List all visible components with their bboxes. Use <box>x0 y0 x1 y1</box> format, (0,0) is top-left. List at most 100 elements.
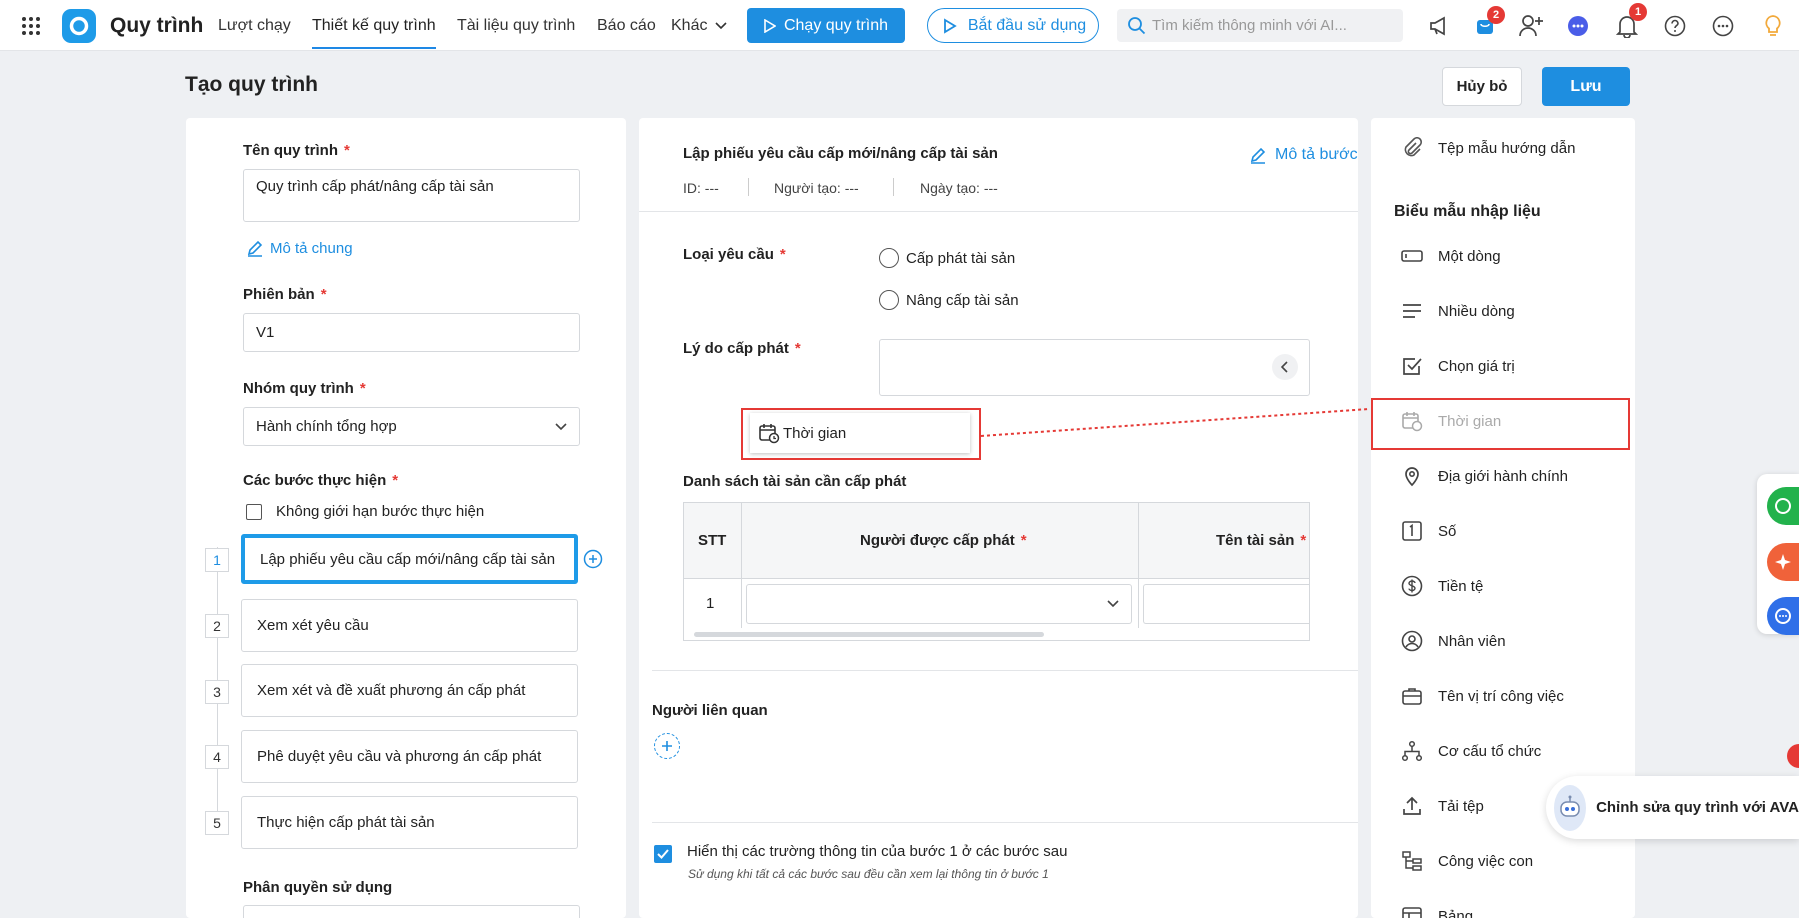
process-name-label: Tên quy trình * <box>243 142 350 159</box>
radio-option-allocate[interactable]: Cấp phát tài sản <box>879 248 1015 268</box>
save-button[interactable]: Lưu <box>1542 67 1630 106</box>
step-item-3[interactable]: Xem xét và đề xuất phương án cấp phát <box>241 664 578 717</box>
field-upload-file[interactable]: Tải tệp <box>1400 794 1484 818</box>
lightbulb-icon[interactable] <box>1761 13 1785 39</box>
chat-icon[interactable] <box>1566 14 1590 38</box>
field-currency[interactable]: Tiền tệ <box>1400 574 1483 598</box>
recipient-select[interactable] <box>746 584 1132 624</box>
step-item-4[interactable]: Phê duyệt yêu cầu và phương án cấp phát <box>241 730 578 783</box>
tab-docs[interactable]: Tài liệu quy trình <box>457 17 575 35</box>
general-description-link[interactable]: Mô tả chung <box>246 239 353 257</box>
field-table-label: Bảng <box>1438 907 1474 918</box>
field-single-line[interactable]: Một dòng <box>1400 244 1501 268</box>
general-description-label: Mô tả chung <box>270 239 353 257</box>
table-row-number: 1 <box>706 595 715 612</box>
field-select-value[interactable]: Chọn giá trị <box>1400 354 1515 378</box>
dragging-time-field[interactable]: Thời gian <box>750 413 970 453</box>
add-user-icon[interactable] <box>1518 13 1544 39</box>
sparkle-ai-icon[interactable] <box>1767 543 1799 581</box>
permission-input[interactable] <box>243 905 580 918</box>
support-chat-icon[interactable] <box>1767 487 1799 525</box>
dollar-icon <box>1400 574 1424 598</box>
field-subtask[interactable]: Công việc con <box>1400 849 1533 873</box>
show-fields-checkbox[interactable] <box>654 845 672 863</box>
table-header-recipient-text: Người được cấp phát <box>860 532 1015 549</box>
field-multi-line[interactable]: Nhiều dòng <box>1400 299 1515 323</box>
field-admin-region[interactable]: Địa giới hành chính <box>1400 464 1568 488</box>
run-process-button[interactable]: Chạy quy trình <box>747 8 905 43</box>
step-item-2[interactable]: Xem xét yêu cầu <box>241 599 578 652</box>
field-number[interactable]: Số <box>1400 519 1456 543</box>
tab-more[interactable]: Khác <box>671 17 728 35</box>
briefcase-icon <box>1400 684 1424 708</box>
show-fields-hint: Sử dụng khi tất cả các bước sau đều cần … <box>688 867 1049 881</box>
cancel-button[interactable]: Hủy bỏ <box>1442 67 1522 106</box>
radio-circle <box>879 248 899 268</box>
process-group-label-text: Nhóm quy trình <box>243 380 354 397</box>
collapse-chevron-icon[interactable] <box>1272 354 1298 380</box>
edit-icon <box>1250 147 1266 164</box>
template-guide-link[interactable]: Tệp mẫu hướng dẫn <box>1400 136 1575 160</box>
step-number-2: 2 <box>205 614 229 638</box>
meta-divider <box>748 178 749 196</box>
field-number-label: Số <box>1438 522 1457 540</box>
edit-icon <box>247 240 263 257</box>
add-step-icon[interactable] <box>583 549 603 569</box>
tab-design[interactable]: Thiết kế quy trình <box>312 17 436 49</box>
step-item-1[interactable]: Lập phiếu yêu cầu cấp mới/nâng cấp tài s… <box>241 534 578 584</box>
step-item-5[interactable]: Thực hiện cấp phát tài sản <box>241 796 578 849</box>
field-table[interactable]: Bảng <box>1400 904 1473 918</box>
permission-label: Phân quyền sử dụng <box>243 879 393 896</box>
field-time[interactable]: Thời gian <box>1400 409 1501 433</box>
version-input[interactable]: V1 <box>243 313 580 352</box>
search-placeholder: Tìm kiếm thông minh với AI... <box>1152 17 1347 34</box>
step-number-1: 1 <box>205 548 229 572</box>
tab-runs[interactable]: Lượt chạy <box>218 17 291 35</box>
field-upload-file-label: Tải tệp <box>1438 797 1484 815</box>
app-title: Quy trình <box>110 14 204 37</box>
process-group-select[interactable]: Hành chính tổng hợp <box>243 407 580 446</box>
search-input[interactable]: Tìm kiếm thông minh với AI... <box>1117 9 1403 42</box>
request-type-label: Loại yêu cầu * <box>683 246 786 263</box>
checkbox-box <box>246 503 262 520</box>
asset-list-label: Danh sách tài sản cần cấp phát <box>683 473 907 490</box>
step-form-title: Lập phiếu yêu cầu cấp mới/nâng cấp tài s… <box>683 145 998 162</box>
checkbox-icon <box>1400 354 1424 378</box>
radio-option-upgrade[interactable]: Nâng cấp tài sản <box>879 290 1019 310</box>
process-name-input[interactable]: Quy trình cấp phát/nâng cấp tài sản <box>243 169 580 222</box>
step-description-label: Mô tả bước <box>1275 146 1358 163</box>
ava-edit-button[interactable]: Chỉnh sửa quy trình với AVA <box>1546 776 1799 839</box>
header-divider <box>639 211 1358 212</box>
field-org-structure[interactable]: Cơ cấu tổ chức <box>1400 739 1541 763</box>
radio-option-upgrade-label: Nâng cấp tài sản <box>906 291 1019 309</box>
table-header-asset-name-text: Tên tài sản <box>1216 532 1295 549</box>
start-using-button[interactable]: Bắt đầu sử dụng <box>927 8 1099 43</box>
request-type-label-text: Loại yêu cầu <box>683 246 774 263</box>
apps-grid-icon[interactable] <box>20 15 42 37</box>
step-description-link[interactable]: Mô tả bước <box>1249 146 1358 164</box>
robot-avatar-icon <box>1554 784 1587 831</box>
chevron-down-icon <box>1107 600 1119 608</box>
messenger-icon[interactable] <box>1767 597 1799 635</box>
field-job-position[interactable]: Tên vị trí công việc <box>1400 684 1564 708</box>
close-widget-icon[interactable] <box>1787 744 1799 768</box>
tab-reports[interactable]: Báo cáo <box>597 17 656 35</box>
asset-name-input[interactable] <box>1143 584 1309 624</box>
more-options-icon[interactable] <box>1711 14 1735 38</box>
notification-badge: 1 <box>1629 3 1647 21</box>
page-title: Tạo quy trình <box>185 73 318 96</box>
megaphone-icon[interactable] <box>1427 14 1451 38</box>
run-process-label: Chạy quy trình <box>783 16 889 34</box>
table-col-divider <box>1138 503 1139 628</box>
template-guide-label: Tệp mẫu hướng dẫn <box>1438 139 1576 157</box>
asset-table: STT Người được cấp phát * Tên tài sản * 1 <box>683 502 1310 641</box>
field-employee[interactable]: Nhân viên <box>1400 629 1506 653</box>
map-pin-icon <box>1400 464 1424 488</box>
reason-label: Lý do cấp phát * <box>683 340 801 357</box>
reason-textarea[interactable] <box>879 339 1310 396</box>
top-navbar: Quy trình Lượt chạy Thiết kế quy trình T… <box>0 0 1799 51</box>
add-related-person-icon[interactable] <box>654 733 680 759</box>
table-scrollbar[interactable] <box>694 632 1044 637</box>
unlimited-steps-checkbox[interactable]: Không giới hạn bước thực hiện <box>246 503 484 520</box>
help-icon[interactable] <box>1663 14 1687 38</box>
